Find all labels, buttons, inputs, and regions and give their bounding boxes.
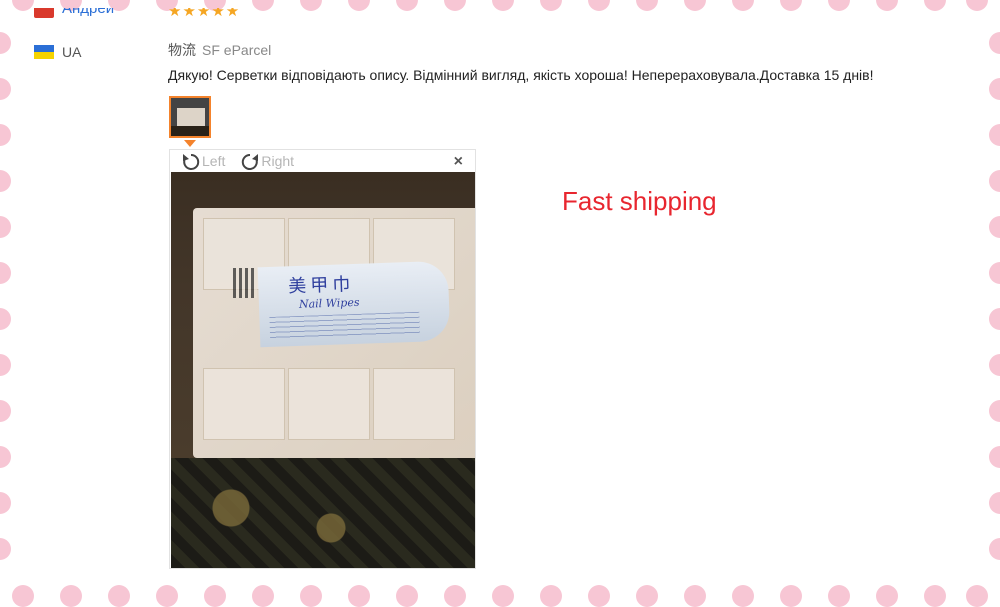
review-photo-thumbnail[interactable] xyxy=(169,96,211,138)
photo-viewer: Left Right × 美甲巾 Nail Wipes xyxy=(169,149,476,569)
country-code: UA xyxy=(62,44,82,60)
product-label-subtitle: Nail Wipes xyxy=(298,295,360,311)
rotate-left-label: Left xyxy=(202,153,226,169)
rating-stars: ★★★★★ xyxy=(168,8,241,20)
rotate-right-button[interactable]: Right xyxy=(239,151,294,171)
logistics-info: 物流 SF eParcel xyxy=(168,40,271,60)
fast-shipping-banner: Fast shipping xyxy=(562,186,717,216)
review-text: Дякую! Серветки відповідають опису. Відм… xyxy=(168,67,874,83)
product-label-title: 美甲巾 xyxy=(287,273,355,298)
logistics-label: 物流 xyxy=(168,42,196,58)
previous-reviewer-row: Андрей xyxy=(34,8,114,18)
close-viewer-button[interactable]: × xyxy=(454,153,463,171)
rotate-left-button[interactable]: Left xyxy=(180,151,225,171)
logistics-value: SF eParcel xyxy=(202,42,272,58)
country-flag-icon xyxy=(34,8,54,18)
product-label: 美甲巾 Nail Wipes xyxy=(257,260,451,348)
viewer-toolbar: Left Right xyxy=(170,150,475,172)
review-photo: 美甲巾 Nail Wipes xyxy=(171,172,475,568)
thumbnail-pointer-icon xyxy=(184,140,196,147)
rotate-right-label: Right xyxy=(261,153,295,169)
ukraine-flag-icon xyxy=(34,45,54,59)
rotate-left-icon xyxy=(183,153,200,170)
rotate-right-icon xyxy=(242,153,259,170)
reviewer-country: UA xyxy=(34,44,81,60)
previous-reviewer-name[interactable]: Андрей xyxy=(62,8,114,18)
